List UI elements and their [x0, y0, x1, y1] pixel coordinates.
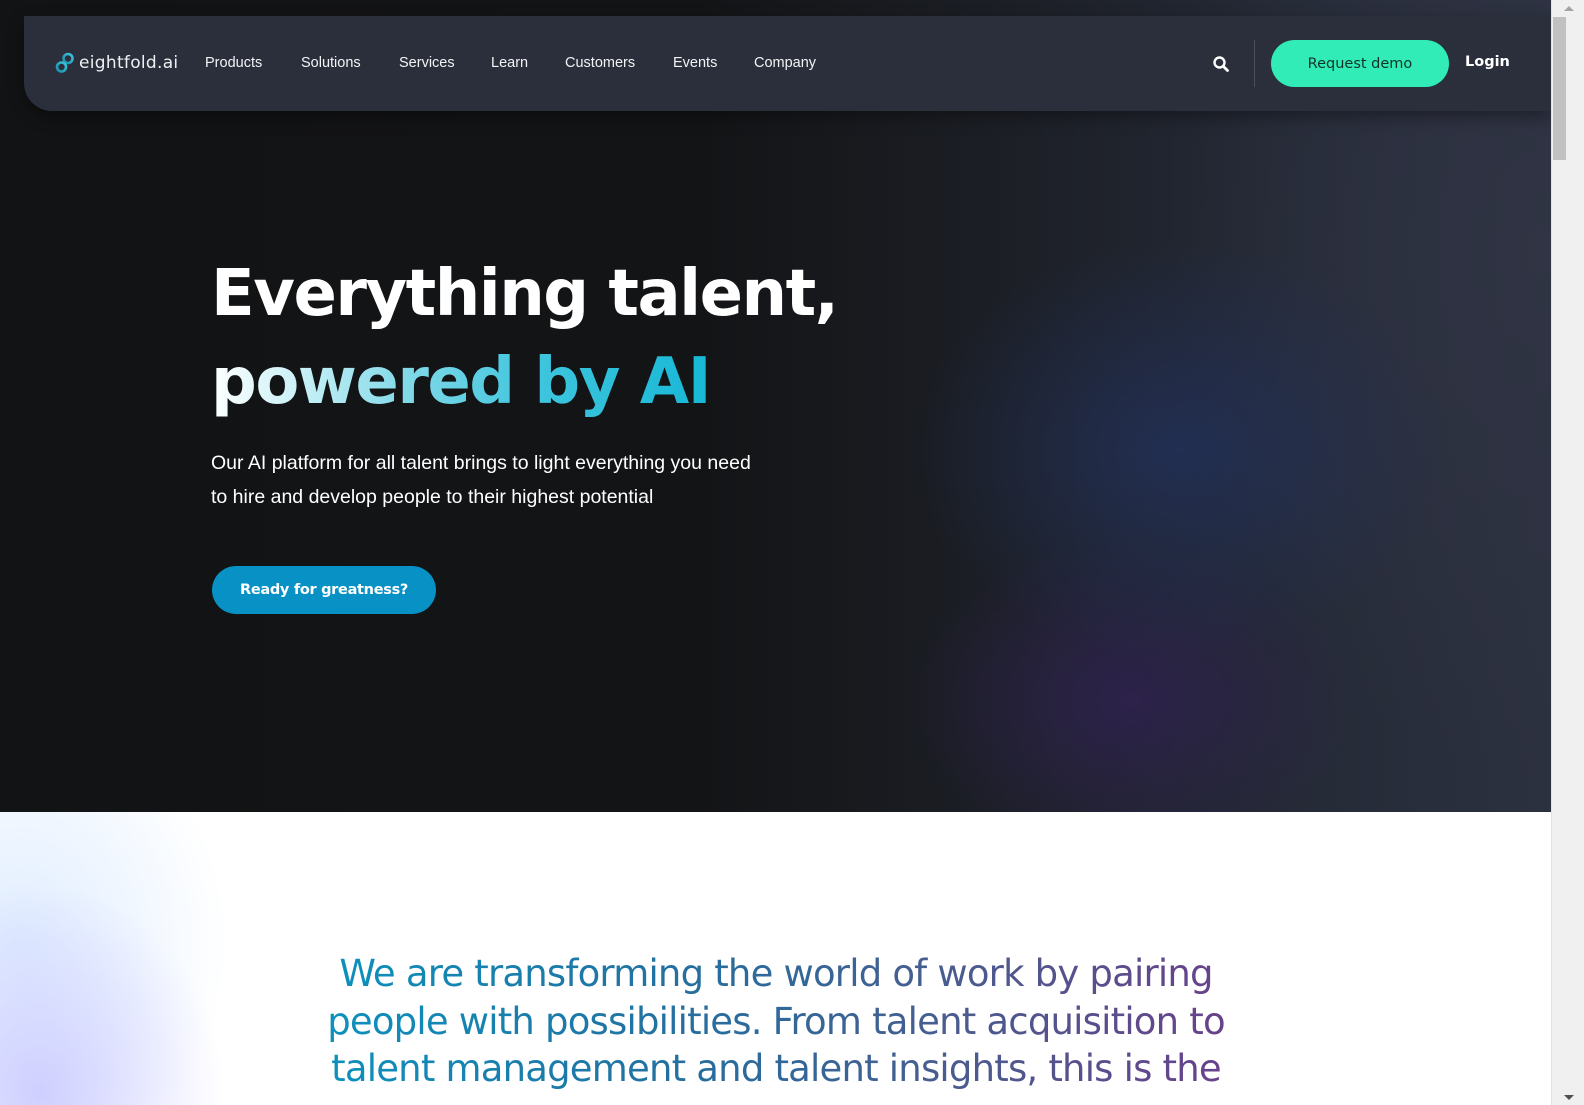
page-viewport: eightfold.ai Products Solutions Services… — [0, 0, 1551, 1105]
nav-item-events[interactable]: Events — [673, 54, 717, 72]
scroll-up-button[interactable] — [1552, 0, 1584, 16]
arrow-down-icon — [1563, 1094, 1574, 1100]
top-navigation: eightfold.ai Products Solutions Services… — [24, 16, 1551, 111]
scroll-down-button[interactable] — [1552, 1089, 1584, 1105]
arrow-up-icon — [1563, 5, 1574, 11]
mission-line-3: talent management and talent insights, t… — [331, 1047, 1221, 1090]
infinity-link-icon — [55, 52, 74, 73]
nav-item-solutions[interactable]: Solutions — [301, 54, 361, 72]
mission-statement: We are transforming the world of work by… — [300, 950, 1252, 1093]
nav-item-customers[interactable]: Customers — [565, 54, 635, 72]
subheadline-line-1: Our AI platform for all talent brings to… — [211, 452, 751, 474]
headline-line-1: Everything talent, — [211, 257, 839, 331]
search-icon[interactable] — [1212, 55, 1230, 73]
hero-section: eightfold.ai Products Solutions Services… — [0, 0, 1551, 812]
nav-item-products[interactable]: Products — [205, 54, 262, 72]
hero-subheadline: Our AI platform for all talent brings to… — [211, 446, 791, 514]
mission-section: We are transforming the world of work by… — [0, 812, 1551, 1105]
scrollbar-thumb[interactable] — [1553, 17, 1566, 160]
nav-item-learn[interactable]: Learn — [491, 54, 528, 72]
logo-text: eightfold.ai — [79, 53, 179, 73]
mission-line-1: We are transforming the world of work by… — [339, 952, 1213, 995]
hero-headline: Everything talent, powered by AI — [211, 250, 839, 426]
subheadline-line-2: to hire and develop people to their high… — [211, 486, 654, 508]
nav-divider — [1254, 40, 1255, 87]
logo-link[interactable]: eightfold.ai — [55, 52, 178, 74]
vertical-scrollbar[interactable] — [1551, 0, 1584, 1105]
login-link[interactable]: Login — [1465, 54, 1510, 70]
nav-item-services[interactable]: Services — [399, 54, 455, 72]
request-demo-button[interactable]: Request demo — [1271, 40, 1449, 87]
mission-line-2: people with possibilities. From talent a… — [327, 999, 1225, 1043]
nav-item-company[interactable]: Company — [754, 54, 816, 72]
ready-for-greatness-button[interactable]: Ready for greatness? — [212, 566, 436, 614]
headline-line-2: powered by AI — [211, 338, 712, 426]
